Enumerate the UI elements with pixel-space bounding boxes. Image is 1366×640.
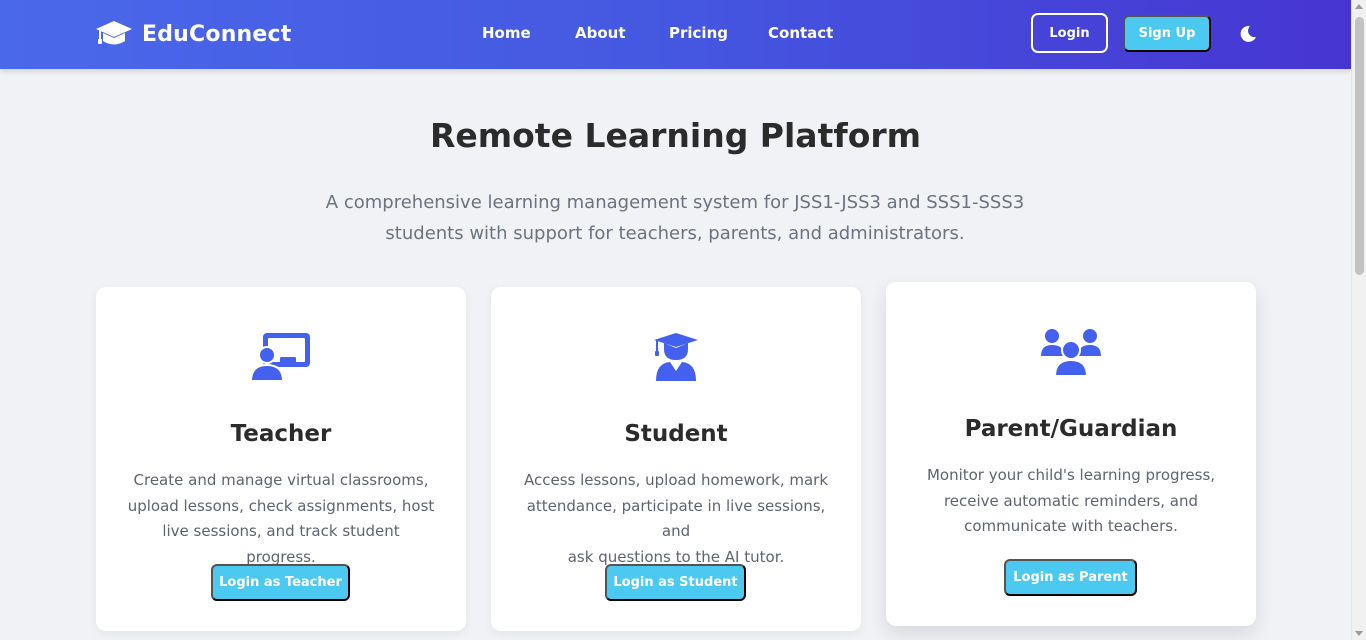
navbar: EduConnect Home About Pricing Contact Lo… <box>0 0 1351 69</box>
scroll-up-arrow-icon[interactable] <box>1355 4 1363 9</box>
login-as-parent-button[interactable]: Login as Parent <box>1004 559 1137 596</box>
role-card-student: Student Access lessons, upload homework,… <box>491 287 861 631</box>
signup-button[interactable]: Sign Up <box>1123 15 1211 52</box>
role-description-line: ask questions to the AI tutor. <box>567 547 785 566</box>
nav-pricing-link[interactable]: Pricing <box>669 24 728 42</box>
login-button[interactable]: Login <box>1031 13 1108 53</box>
nav-about-link[interactable]: About <box>575 24 626 42</box>
role-title: Parent/Guardian <box>964 416 1178 442</box>
graduate-student-icon <box>491 331 861 383</box>
role-description-line: attendance, participate in live sessions… <box>526 496 826 541</box>
page-title: Remote Learning Platform <box>429 116 922 155</box>
hero-subtitle-line: students with support for teachers, pare… <box>385 223 965 244</box>
chalkboard-teacher-icon <box>96 331 466 383</box>
role-card-parent: Parent/Guardian Monitor your child's lea… <box>886 282 1256 626</box>
role-card-teacher: Teacher Create and manage virtual classr… <box>96 287 466 631</box>
role-description-line: receive automatic reminders, and <box>943 491 1199 510</box>
scrollbar-thumb[interactable] <box>1355 17 1364 275</box>
role-description: Create and manage virtual classrooms, up… <box>126 468 436 570</box>
nav-home-link[interactable]: Home <box>482 24 531 42</box>
role-title: Teacher <box>230 421 332 447</box>
moon-icon[interactable] <box>1238 24 1258 44</box>
role-title: Student <box>624 421 728 447</box>
role-description-line: Monitor your child's learning progress, <box>926 466 1216 484</box>
scroll-down-arrow-icon[interactable] <box>1355 631 1363 636</box>
role-description-line: Create and manage virtual classrooms, <box>133 471 429 489</box>
users-group-icon <box>886 326 1256 378</box>
role-description-line: communicate with teachers. <box>964 517 1178 535</box>
page-scrollbar[interactable] <box>1351 0 1366 640</box>
nav-contact-link[interactable]: Contact <box>768 24 833 42</box>
role-description-line: live sessions, and track student progres… <box>162 522 400 566</box>
login-as-teacher-button[interactable]: Login as Teacher <box>211 564 350 601</box>
role-description-line: upload lessons, check assignments, host <box>127 496 435 515</box>
hero-subtitle: A comprehensive learning management syst… <box>325 187 1025 249</box>
role-description: Access lessons, upload homework, mark at… <box>521 468 831 570</box>
login-as-student-button[interactable]: Login as Student <box>605 564 746 601</box>
role-description-line: Access lessons, upload homework, mark <box>523 471 829 489</box>
role-description: Monitor your child's learning progress, … <box>916 463 1226 540</box>
hero-subtitle-line: A comprehensive learning management syst… <box>325 192 1025 213</box>
